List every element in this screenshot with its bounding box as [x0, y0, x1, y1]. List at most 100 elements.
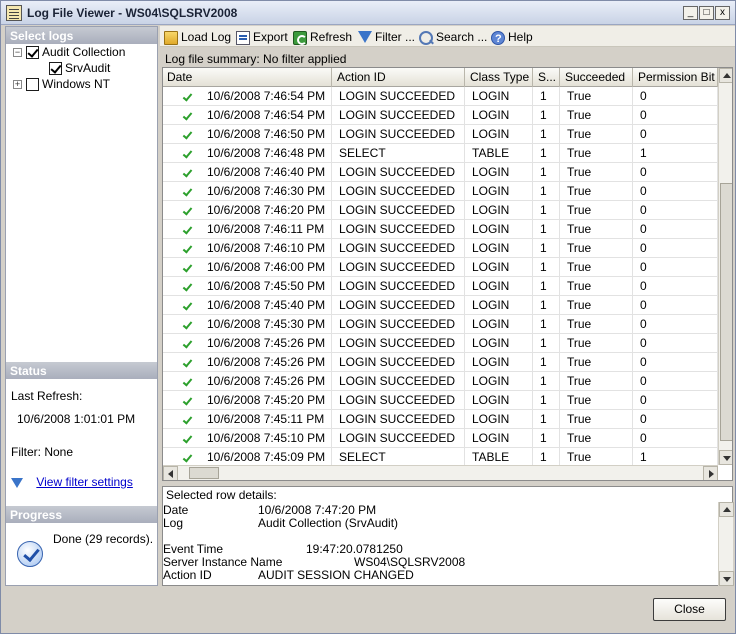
details-scroll-down-arrow-icon[interactable] — [719, 571, 734, 586]
load-log-button[interactable]: Load Log — [164, 29, 231, 45]
cell-succeeded: True — [561, 277, 633, 296]
cell-s: 1 — [534, 353, 560, 372]
cell-permission-bit-mask: 0 — [634, 87, 718, 106]
column-header-date[interactable]: Date — [163, 68, 332, 87]
search-label: Search ... — [436, 30, 488, 44]
cell-s: 1 — [534, 220, 560, 239]
search-icon — [419, 30, 433, 45]
tree-node-audit-collection[interactable]: − Audit Collection — [13, 44, 125, 60]
table-row[interactable]: 10/6/2008 7:46:54 PM LOGIN SUCCEEDED LOGIN… — [163, 87, 718, 106]
column-header-succeeded[interactable]: Succeeded — [561, 68, 633, 87]
collapse-icon[interactable]: − — [13, 48, 22, 58]
table-row[interactable]: 10/6/2008 7:45:26 PM LOGIN SUCCEEDED LOGIN… — [163, 372, 718, 391]
table-row[interactable]: 10/6/2008 7:45:26 PM LOGIN SUCCEEDED LOGIN… — [163, 353, 718, 372]
grid-vertical-scrollbar[interactable] — [718, 68, 732, 465]
cell-action-id: SELECT — [333, 144, 465, 163]
table-row[interactable]: 10/6/2008 7:45:26 PM LOGIN SUCCEEDED LOGIN… — [163, 334, 718, 353]
view-filter-settings-link[interactable]: View filter settings — [11, 475, 133, 489]
scroll-left-arrow-icon[interactable] — [163, 466, 178, 480]
close-button[interactable]: Close — [653, 598, 726, 621]
title-bar[interactable]: Log File Viewer - WS04\SQLSRV2008 _ □ x — [1, 1, 735, 25]
maximize-button[interactable]: □ — [699, 6, 714, 20]
details-scroll-up-arrow-icon[interactable] — [719, 502, 734, 517]
windows-nt-checkbox[interactable] — [26, 78, 39, 92]
cell-permission-bit-mask: 0 — [634, 163, 718, 182]
cell-permission-bit-mask: 1 — [634, 144, 718, 163]
grid-header: Date Action ID Class Type S... Succeeded… — [163, 68, 718, 87]
cell-s: 1 — [534, 315, 560, 334]
vertical-scroll-thumb[interactable] — [720, 183, 732, 441]
table-row[interactable]: 10/6/2008 7:46:50 PM LOGIN SUCCEEDED LOGIN… — [163, 125, 718, 144]
table-row[interactable]: 10/6/2008 7:46:30 PM LOGIN SUCCEEDED LOGIN… — [163, 182, 718, 201]
cell-action-id: LOGIN SUCCEEDED — [333, 391, 465, 410]
table-row[interactable]: 10/6/2008 7:45:40 PM LOGIN SUCCEEDED LOGIN… — [163, 296, 718, 315]
cell-date: 10/6/2008 7:45:26 PM — [163, 372, 332, 391]
audit-collection-checkbox[interactable] — [26, 46, 39, 60]
details-vertical-scrollbar[interactable] — [718, 502, 734, 586]
tree-node-srvaudit[interactable]: SrvAudit — [49, 60, 110, 76]
cell-class-type: LOGIN — [466, 353, 533, 372]
tree-node-windows-nt[interactable]: + Windows NT — [13, 76, 110, 92]
toolbar: Load Log Export Refresh Filter ... Searc… — [160, 26, 735, 47]
cell-s: 1 — [534, 163, 560, 182]
export-button[interactable]: Export — [236, 29, 288, 45]
cell-action-id: LOGIN SUCCEEDED — [333, 334, 465, 353]
log-grid[interactable]: Date Action ID Class Type S... Succeeded… — [162, 67, 733, 481]
refresh-button[interactable]: Refresh — [293, 29, 352, 45]
cell-succeeded: True — [561, 87, 633, 106]
cell-date: 10/6/2008 7:46:20 PM — [163, 201, 332, 220]
horizontal-scroll-thumb[interactable] — [189, 467, 219, 479]
cell-date: 10/6/2008 7:45:10 PM — [163, 429, 332, 448]
cell-action-id: LOGIN SUCCEEDED — [333, 353, 465, 372]
cell-succeeded: True — [561, 144, 633, 163]
detail-value-log: Audit Collection (SrvAudit) — [258, 516, 399, 530]
table-row[interactable]: 10/6/2008 7:46:54 PM LOGIN SUCCEEDED LOGIN… — [163, 106, 718, 125]
table-row[interactable]: 10/6/2008 7:45:50 PM LOGIN SUCCEEDED LOGIN… — [163, 277, 718, 296]
cell-class-type: LOGIN — [466, 258, 533, 277]
scroll-right-arrow-icon[interactable] — [703, 466, 718, 480]
help-button[interactable]: Help — [491, 29, 533, 47]
cell-s: 1 — [534, 391, 560, 410]
srvaudit-checkbox[interactable] — [49, 62, 62, 76]
table-row[interactable]: 10/6/2008 7:46:20 PM LOGIN SUCCEEDED LOGIN… — [163, 201, 718, 220]
scroll-down-arrow-icon[interactable] — [719, 450, 732, 465]
cell-permission-bit-mask: 0 — [634, 277, 718, 296]
cell-permission-bit-mask: 0 — [634, 182, 718, 201]
table-row[interactable]: 10/6/2008 7:46:00 PM LOGIN SUCCEEDED LOGIN… — [163, 258, 718, 277]
cell-action-id: LOGIN SUCCEEDED — [333, 87, 465, 106]
scroll-up-arrow-icon[interactable] — [719, 68, 732, 83]
close-window-button[interactable]: x — [715, 6, 730, 20]
refresh-icon — [293, 30, 307, 45]
tree-node-label: Windows NT — [42, 77, 111, 91]
table-row[interactable]: 10/6/2008 7:45:30 PM LOGIN SUCCEEDED LOGIN… — [163, 315, 718, 334]
cell-action-id: LOGIN SUCCEEDED — [333, 372, 465, 391]
detail-label-action-id: Action ID — [163, 568, 212, 582]
column-header-class-type[interactable]: Class Type — [466, 68, 533, 87]
cell-succeeded: True — [561, 258, 633, 277]
table-row[interactable]: 10/6/2008 7:46:11 PM LOGIN SUCCEEDED LOGIN… — [163, 220, 718, 239]
cell-s: 1 — [534, 277, 560, 296]
grid-horizontal-scrollbar[interactable] — [163, 465, 718, 480]
table-row[interactable]: 10/6/2008 7:45:11 PM LOGIN SUCCEEDED LOGIN… — [163, 410, 718, 429]
search-button[interactable]: Search ... — [419, 29, 487, 45]
table-row[interactable]: 10/6/2008 7:45:20 PM LOGIN SUCCEEDED LOGIN… — [163, 391, 718, 410]
expand-icon[interactable]: + — [13, 80, 22, 90]
table-row[interactable]: 10/6/2008 7:46:40 PM LOGIN SUCCEEDED LOGIN… — [163, 163, 718, 182]
cell-class-type: LOGIN — [466, 182, 533, 201]
cell-succeeded: True — [561, 106, 633, 125]
help-label: Help — [508, 30, 533, 44]
filter-label: Filter ... — [375, 30, 416, 44]
table-row[interactable]: 10/6/2008 7:45:10 PM LOGIN SUCCEEDED LOGIN… — [163, 429, 718, 448]
filter-button[interactable]: Filter ... — [358, 29, 415, 45]
table-row[interactable]: 10/6/2008 7:46:48 PM SELECT TABLE 1 True 1 — [163, 144, 718, 163]
cell-s: 1 — [534, 106, 560, 125]
view-filter-settings-label[interactable]: View filter settings — [36, 475, 133, 489]
column-header-action-id[interactable]: Action ID — [333, 68, 465, 87]
cell-action-id: LOGIN SUCCEEDED — [333, 125, 465, 144]
column-header-permission-bit-mask[interactable]: Permission Bit Ma — [634, 68, 718, 87]
cell-permission-bit-mask: 0 — [634, 315, 718, 334]
cell-succeeded: True — [561, 201, 633, 220]
column-header-s[interactable]: S... — [534, 68, 560, 87]
minimize-button[interactable]: _ — [683, 6, 698, 20]
table-row[interactable]: 10/6/2008 7:46:10 PM LOGIN SUCCEEDED LOGIN… — [163, 239, 718, 258]
